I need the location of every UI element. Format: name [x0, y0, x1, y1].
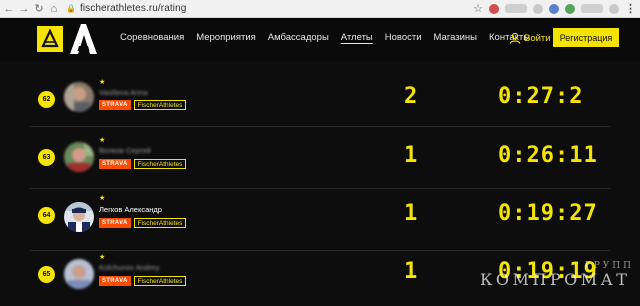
total-time: 0:19:19: [498, 259, 598, 284]
fischer-athletes-badge[interactable]: FischerAthletes: [133, 276, 187, 286]
athlete-name[interactable]: Легков Александр: [99, 205, 162, 214]
activity-count: 2: [404, 84, 418, 109]
rank-badge: 65: [38, 266, 55, 283]
nav-item-athletes[interactable]: Атлеты: [341, 32, 373, 43]
extension-icon[interactable]: [565, 3, 575, 14]
user-icon: [509, 32, 521, 44]
main-nav: Соревнования Мероприятия Амбассадоры Атл…: [120, 32, 542, 43]
strava-badge[interactable]: STRAVA: [99, 100, 131, 110]
avatar[interactable]: [64, 259, 94, 289]
star-icon: ★: [99, 195, 106, 202]
login-link[interactable]: Войти: [509, 32, 551, 44]
nav-item-news[interactable]: Новости: [385, 32, 422, 43]
extension-icon[interactable]: [489, 3, 499, 14]
star-icon: ★: [99, 79, 106, 86]
extension-icon[interactable]: [609, 3, 619, 14]
nav-item-ambassadors[interactable]: Амбассадоры: [268, 32, 329, 43]
home-icon[interactable]: ⌂: [48, 2, 60, 16]
rating-row: 64 ★ Легков Александр STRAVA FischerAthl…: [30, 189, 610, 251]
rating-list: 62 ★ Vasilieva Anna STRAVA FischerAthlet…: [0, 61, 640, 306]
avatar[interactable]: [64, 202, 94, 232]
bookmark-star-icon[interactable]: ☆: [473, 2, 483, 15]
strava-badge[interactable]: STRAVA: [99, 276, 131, 286]
forward-icon[interactable]: →: [18, 2, 30, 16]
nav-item-competitions[interactable]: Соревнования: [120, 32, 184, 43]
rating-row: 62 ★ Vasilieva Anna STRAVA FischerAthlet…: [30, 65, 610, 127]
register-button[interactable]: Регистрация: [553, 28, 619, 47]
athlete-badges: STRAVA FischerAthletes: [99, 276, 187, 286]
browser-extensions: ☆ ⋮: [473, 2, 636, 15]
avatar[interactable]: [64, 142, 94, 172]
total-time: 0:27:2: [498, 84, 584, 109]
extension-icon[interactable]: [581, 4, 603, 13]
rank-badge: 62: [38, 91, 55, 108]
extension-icon[interactable]: [549, 3, 559, 14]
activity-count: 1: [404, 259, 418, 284]
strava-badge[interactable]: STRAVA: [99, 218, 131, 228]
extension-icon[interactable]: [533, 3, 543, 14]
site-header: Соревнования Мероприятия Амбассадоры Атл…: [0, 18, 640, 61]
back-icon[interactable]: ←: [3, 2, 15, 16]
fischer-athletes-badge[interactable]: FischerAthletes: [133, 218, 187, 228]
strava-badge[interactable]: STRAVA: [99, 159, 131, 169]
rating-row: 63 ★ Волков Сергей STRAVA FischerAthlete…: [30, 127, 610, 189]
star-icon: ★: [99, 137, 106, 144]
nav-item-events[interactable]: Мероприятия: [196, 32, 256, 43]
athlete-badges: STRAVA FischerAthletes: [99, 159, 187, 169]
athlete-badges: STRAVA FischerAthletes: [99, 218, 187, 228]
athlete-name[interactable]: Kolchunov Andrey: [99, 263, 159, 272]
avatar[interactable]: [64, 82, 94, 112]
login-label[interactable]: Войти: [524, 33, 551, 44]
nav-item-shops[interactable]: Магазины: [434, 32, 477, 43]
athlete-badges: STRAVA FischerAthletes: [99, 100, 187, 110]
activity-count: 1: [404, 201, 418, 226]
lock-icon: 🔒: [66, 4, 76, 13]
athlete-name[interactable]: Волков Сергей: [99, 146, 151, 155]
star-icon: ★: [99, 254, 106, 261]
fischer-athletes-badge[interactable]: FischerAthletes: [133, 100, 187, 110]
activity-count: 1: [404, 143, 418, 168]
rank-badge: 63: [38, 149, 55, 166]
athlete-name[interactable]: Vasilieva Anna: [99, 88, 148, 97]
fischer-logo-icon[interactable]: [37, 26, 63, 52]
total-time: 0:26:11: [498, 143, 598, 168]
athletes-a-logo-icon[interactable]: [68, 23, 98, 55]
url-text[interactable]: fischerathletes.ru/rating: [80, 3, 186, 14]
fischer-athletes-badge[interactable]: FischerAthletes: [133, 159, 187, 169]
total-time: 0:19:27: [498, 201, 598, 226]
rating-row: 65 ★ Kolchunov Andrey STRAVA FischerAthl…: [30, 251, 610, 306]
rank-badge: 64: [38, 207, 55, 224]
browser-toolbar: ← → ↻ ⌂ 🔒 fischerathletes.ru/rating ☆ ⋮: [0, 0, 640, 18]
address-bar[interactable]: 🔒 fischerathletes.ru/rating: [66, 2, 186, 16]
reload-icon[interactable]: ↻: [33, 2, 45, 16]
extension-icon[interactable]: [505, 4, 527, 13]
kebab-menu-icon[interactable]: ⋮: [625, 2, 636, 15]
